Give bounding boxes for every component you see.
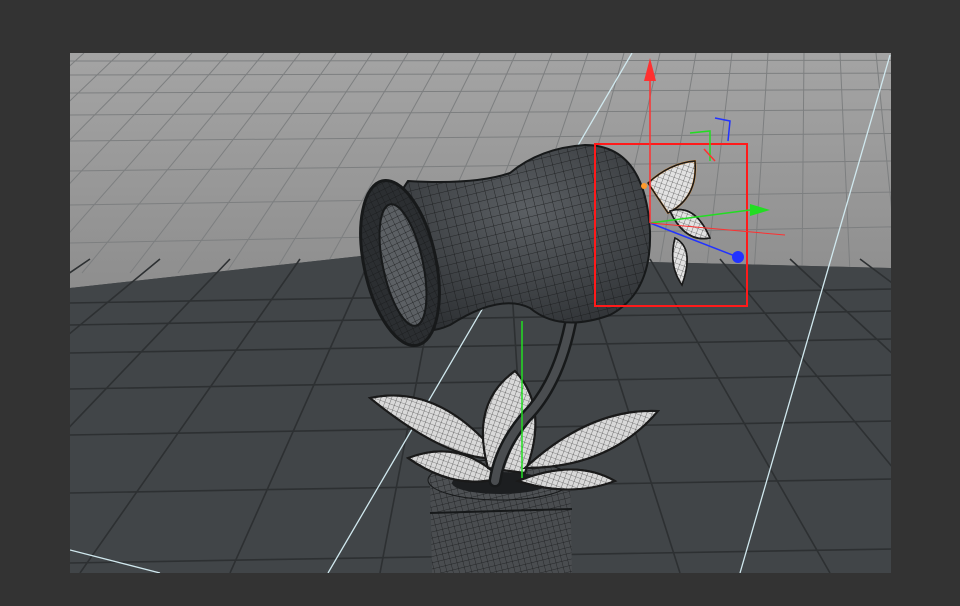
viewport-canvas[interactable] (70, 53, 891, 573)
3d-viewport[interactable] (70, 53, 891, 573)
